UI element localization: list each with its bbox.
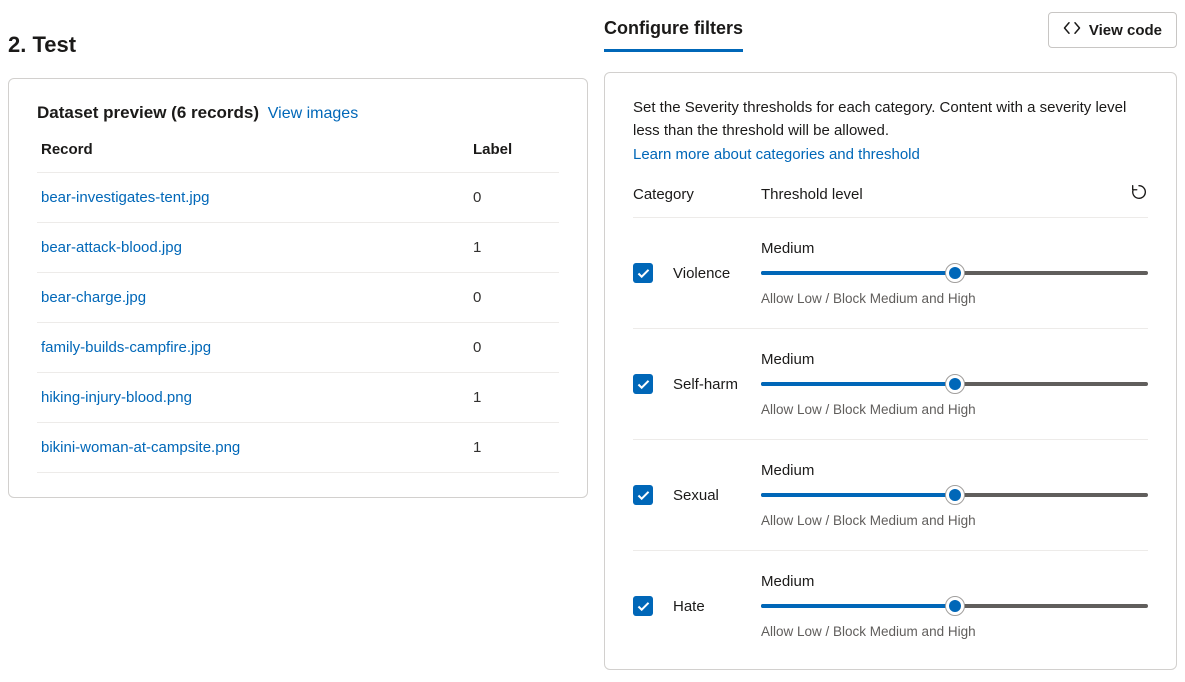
record-label: 1: [469, 423, 559, 473]
table-row: bikini-woman-at-campsite.png1: [37, 423, 559, 473]
filter-name: Self-harm: [673, 376, 761, 393]
view-code-button[interactable]: View code: [1048, 12, 1177, 48]
tab-configure-filters[interactable]: Configure filters: [604, 8, 743, 52]
record-label: 0: [469, 173, 559, 223]
threshold-level-label: Medium: [761, 462, 1148, 479]
header-category: Category: [633, 186, 761, 203]
filter-checkbox[interactable]: [633, 263, 653, 283]
filter-checkbox[interactable]: [633, 374, 653, 394]
table-row: bear-attack-blood.jpg1: [37, 223, 559, 273]
filter-checkbox[interactable]: [633, 596, 653, 616]
record-label: 1: [469, 373, 559, 423]
record-file-link[interactable]: hiking-injury-blood.png: [37, 373, 469, 423]
threshold-level-label: Medium: [761, 240, 1148, 257]
filter-row: ViolenceMedium Allow Low / Block Medium a…: [633, 218, 1148, 329]
record-label: 0: [469, 273, 559, 323]
filters-description: Set the Severity thresholds for each cat…: [633, 97, 1148, 142]
code-icon: [1063, 21, 1081, 39]
record-label: 1: [469, 223, 559, 273]
filter-row: HateMedium Allow Low / Block Medium and H…: [633, 551, 1148, 645]
dataset-preview-title: Dataset preview (6 records): [37, 103, 259, 122]
dataset-panel: Dataset preview (6 records) View images …: [8, 78, 588, 498]
table-row: bear-investigates-tent.jpg0: [37, 173, 559, 223]
filter-name: Hate: [673, 598, 761, 615]
threshold-hint: Allow Low / Block Medium and High: [761, 624, 1148, 639]
records-table: Record Label bear-investigates-tent.jpg0…: [37, 131, 559, 473]
reset-button[interactable]: [1124, 183, 1148, 205]
filter-row: SexualMedium Allow Low / Block Medium and…: [633, 440, 1148, 551]
record-file-link[interactable]: bear-investigates-tent.jpg: [37, 173, 469, 223]
table-row: hiking-injury-blood.png1: [37, 373, 559, 423]
filter-checkbox[interactable]: [633, 485, 653, 505]
threshold-hint: Allow Low / Block Medium and High: [761, 291, 1148, 306]
column-header-record: Record: [37, 131, 469, 173]
column-header-label: Label: [469, 131, 559, 173]
record-file-link[interactable]: bear-charge.jpg: [37, 273, 469, 323]
threshold-level-label: Medium: [761, 351, 1148, 368]
learn-more-link[interactable]: Learn more about categories and threshol…: [633, 146, 920, 163]
table-row: bear-charge.jpg0: [37, 273, 559, 323]
filters-panel: Set the Severity thresholds for each cat…: [604, 72, 1177, 670]
view-code-label: View code: [1089, 22, 1162, 39]
threshold-level-label: Medium: [761, 573, 1148, 590]
threshold-slider[interactable]: [761, 263, 1148, 283]
threshold-hint: Allow Low / Block Medium and High: [761, 513, 1148, 528]
record-file-link[interactable]: family-builds-campfire.jpg: [37, 323, 469, 373]
section-title: 2. Test: [8, 32, 588, 58]
threshold-slider[interactable]: [761, 485, 1148, 505]
threshold-slider[interactable]: [761, 374, 1148, 394]
record-file-link[interactable]: bear-attack-blood.jpg: [37, 223, 469, 273]
threshold-hint: Allow Low / Block Medium and High: [761, 402, 1148, 417]
record-label: 0: [469, 323, 559, 373]
table-row: family-builds-campfire.jpg0: [37, 323, 559, 373]
view-images-link[interactable]: View images: [268, 105, 358, 122]
filter-name: Violence: [673, 265, 761, 282]
header-threshold: Threshold level: [761, 186, 1124, 203]
filter-row: Self-harmMedium Allow Low / Block Medium …: [633, 329, 1148, 440]
threshold-slider[interactable]: [761, 596, 1148, 616]
record-file-link[interactable]: bikini-woman-at-campsite.png: [37, 423, 469, 473]
filter-name: Sexual: [673, 487, 761, 504]
